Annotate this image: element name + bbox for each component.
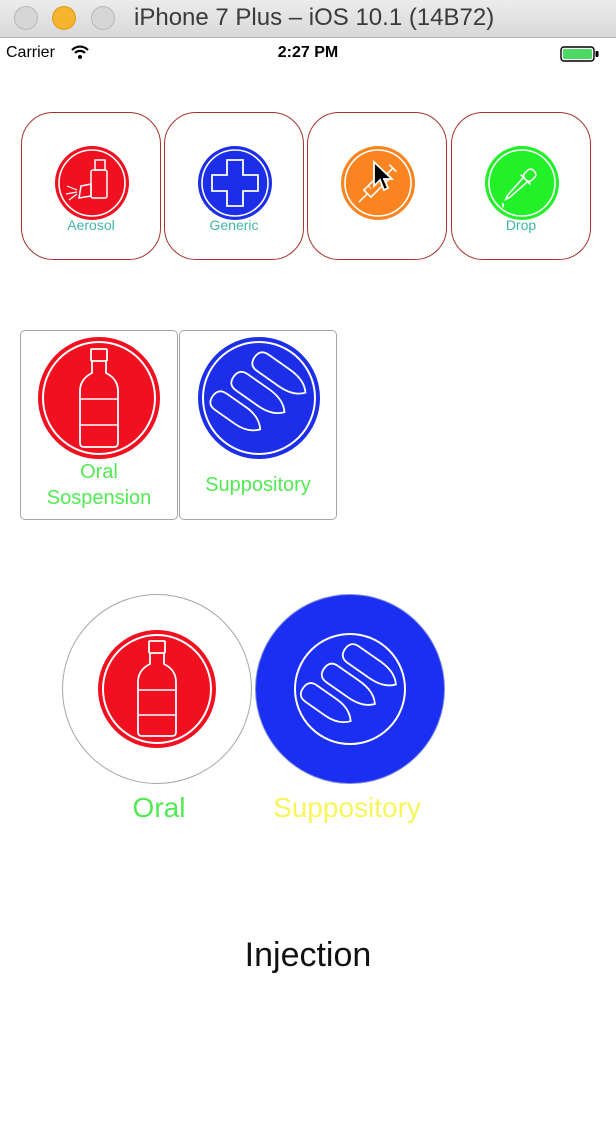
bottle-icon [98, 630, 216, 748]
mouse-cursor-icon [373, 160, 394, 192]
window-zoom-button[interactable] [91, 6, 115, 30]
oral-sospension-button[interactable]: Oral Sospension [20, 330, 178, 520]
oral-sospension-label-line1: Oral [80, 461, 118, 483]
window-minimize-button[interactable] [52, 6, 76, 30]
suppository-icon [198, 337, 320, 459]
oral-sospension-label-line2: Sospension [46, 487, 152, 509]
oral-round-button[interactable] [62, 594, 252, 784]
bottle-icon [38, 337, 160, 459]
suppository-icon [294, 633, 406, 745]
generic-label: Generic [209, 217, 259, 233]
aerosol-label: Aerosol [67, 217, 115, 233]
oral-round-label: Oral [132, 792, 186, 823]
battery-icon [560, 46, 599, 62]
dropper-icon [485, 146, 559, 220]
ios-status-bar: Carrier 2:27 PM [0, 38, 616, 70]
injection-label[interactable]: Injection [0, 936, 616, 975]
window-title-bar: iPhone 7 Plus – iOS 10.1 (14B72) [0, 0, 616, 38]
suppository-round-label: Suppository [273, 792, 421, 823]
suppository-round-button[interactable] [255, 594, 445, 784]
window-close-button[interactable] [14, 6, 38, 30]
generic-button[interactable]: Generic [164, 112, 304, 260]
aerosol-button[interactable]: Aerosol [21, 112, 161, 260]
window-title: iPhone 7 Plus – iOS 10.1 (14B72) [134, 4, 495, 31]
suppository-square-button[interactable]: Suppository [179, 330, 337, 520]
drop-label: Drop [505, 217, 537, 233]
cross-icon [198, 146, 272, 220]
drop-button[interactable]: Drop [451, 112, 591, 260]
aerosol-icon [55, 146, 129, 220]
suppository-square-label: Suppository [205, 474, 311, 496]
status-time: 2:27 PM [277, 44, 339, 61]
